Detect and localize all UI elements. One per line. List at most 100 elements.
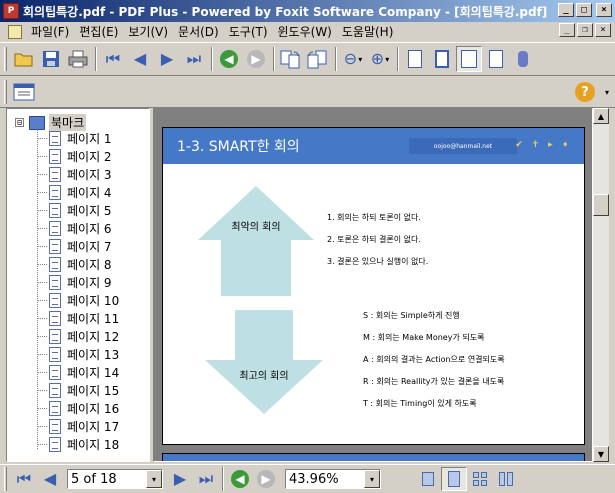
smart-point: S : 회의는 Simple하게 진행 xyxy=(363,310,460,320)
back-button[interactable]: ◀ xyxy=(216,46,242,72)
toolbar-grip[interactable] xyxy=(4,467,7,491)
menu-document[interactable]: 문서(D) xyxy=(173,23,224,40)
bookmark-item[interactable]: 페이지 3 xyxy=(37,165,119,183)
actual-size-button[interactable] xyxy=(402,46,428,72)
page-header: 1-3. SMART한 회의 oojoo@hanmail.net ✔ ✝ ▸ ➧ xyxy=(163,128,584,164)
menu-help[interactable]: 도움말(H) xyxy=(337,23,399,40)
doc-restore-button[interactable]: ❐ xyxy=(577,23,593,37)
last-page-button[interactable]: ⏭ xyxy=(181,46,207,72)
forward-button[interactable]: ▶ xyxy=(243,46,269,72)
scroll-down-button[interactable]: ▼ xyxy=(593,446,609,462)
single-page-view-button[interactable] xyxy=(415,467,441,491)
tree-branch xyxy=(37,425,47,427)
bookmark-item[interactable]: 페이지 7 xyxy=(37,237,119,255)
status-first-page-button[interactable]: ⏮ xyxy=(11,467,37,491)
bookmark-item[interactable]: 페이지 2 xyxy=(37,147,119,165)
vertical-scrollbar[interactable]: ▲ ▼ xyxy=(593,108,609,462)
page-icon xyxy=(49,148,61,164)
collapse-toggle-icon[interactable]: ⊟ xyxy=(15,118,24,127)
facing-view-button[interactable] xyxy=(467,467,493,491)
bookmark-label: 페이지 5 xyxy=(67,203,112,218)
bookmark-item[interactable]: 페이지 8 xyxy=(37,255,119,273)
bookmark-item[interactable]: 페이지 11 xyxy=(37,309,119,327)
scroll-thumb[interactable] xyxy=(593,194,609,216)
continuous-view-button[interactable] xyxy=(441,467,467,491)
tree-branch xyxy=(37,209,47,211)
bookmark-item[interactable]: 페이지 12 xyxy=(37,327,119,345)
facing-pages-icon xyxy=(473,472,487,486)
pdf-page: 1-3. SMART한 회의 oojoo@hanmail.net ✔ ✝ ▸ ➧… xyxy=(162,127,585,445)
open-button[interactable] xyxy=(11,46,37,72)
print-button[interactable] xyxy=(65,46,91,72)
page-dropdown-icon[interactable]: ▾ xyxy=(146,470,162,488)
rotate-left-button[interactable] xyxy=(278,46,304,72)
doc-close-button[interactable]: × xyxy=(595,23,611,37)
help-dropdown-icon[interactable]: ▾ xyxy=(605,88,609,97)
bookmark-item[interactable]: 페이지 15 xyxy=(37,381,119,399)
zoom-out-button[interactable]: ⊖ ▾ xyxy=(340,46,366,72)
zoom-in-dropdown-icon[interactable]: ▾ xyxy=(385,55,389,64)
close-button[interactable]: × xyxy=(596,3,612,17)
first-page-button[interactable]: ⏮ xyxy=(100,46,126,72)
toolbar-separator xyxy=(335,47,337,71)
next-page-button[interactable]: ▶ xyxy=(154,46,180,72)
fit-visible-icon xyxy=(489,50,503,68)
rotate-right-button[interactable] xyxy=(305,46,331,72)
menu-window[interactable]: 윈도우(W) xyxy=(273,23,337,40)
scroll-up-button[interactable]: ▲ xyxy=(593,108,609,124)
bookmark-item[interactable]: 페이지 1 xyxy=(37,129,119,147)
fit-visible-button[interactable] xyxy=(483,46,509,72)
bookmarks-panel-button[interactable] xyxy=(11,79,37,105)
status-next-page-button[interactable]: ▶ xyxy=(167,467,193,491)
zoom-combo[interactable]: 43.96% ▾ xyxy=(285,469,381,489)
prev-page-button[interactable]: ◀ xyxy=(127,46,153,72)
tree-branch xyxy=(37,191,47,193)
bookmark-item[interactable]: 페이지 17 xyxy=(37,417,119,435)
menu-file[interactable]: 파일(F) xyxy=(26,23,74,40)
app-icon: P xyxy=(3,3,19,19)
bookmark-item[interactable]: 페이지 16 xyxy=(37,399,119,417)
save-button[interactable] xyxy=(38,46,64,72)
zoom-dropdown-icon[interactable]: ▾ xyxy=(364,470,380,488)
maximize-button[interactable]: □ xyxy=(576,3,592,17)
fit-page-icon xyxy=(435,50,449,68)
minimize-button[interactable]: _ xyxy=(558,3,574,17)
status-back-button[interactable]: ◀ xyxy=(227,467,253,491)
page-icon xyxy=(49,382,61,398)
bookmark-label: 페이지 2 xyxy=(67,149,112,164)
best-meeting-label: 최고의 회의 xyxy=(239,370,288,382)
menu-view[interactable]: 보기(V) xyxy=(123,23,173,40)
bookmark-label: 페이지 3 xyxy=(67,167,112,182)
status-last-page-button[interactable]: ⏭ xyxy=(193,467,219,491)
zoom-out-dropdown-icon[interactable]: ▾ xyxy=(358,55,362,64)
zoom-in-button[interactable]: ⊕ ▾ xyxy=(367,46,393,72)
bookmark-item[interactable]: 페이지 4 xyxy=(37,183,119,201)
bookmark-item[interactable]: 페이지 13 xyxy=(37,345,119,363)
worst-meeting-label: 최악의 회의 xyxy=(231,221,280,233)
menu-edit[interactable]: 편집(E) xyxy=(74,23,123,40)
page-icon xyxy=(49,130,61,146)
next-page-icon: ▶ xyxy=(173,469,187,488)
toolbar-grip[interactable] xyxy=(4,79,7,104)
toolbar-grip[interactable] xyxy=(4,47,7,71)
help-button[interactable]: ? xyxy=(575,82,595,102)
bookmark-item[interactable]: 페이지 18 xyxy=(37,435,119,453)
document-menu-icon[interactable] xyxy=(8,24,22,39)
continuous-facing-view-button[interactable] xyxy=(493,467,519,491)
hand-tool-button[interactable] xyxy=(510,46,536,72)
status-prev-page-button[interactable]: ◀ xyxy=(37,467,63,491)
bookmark-item[interactable]: 페이지 10 xyxy=(37,291,119,309)
fit-page-button[interactable] xyxy=(429,46,455,72)
document-viewer[interactable]: 1-3. SMART한 회의 oojoo@hanmail.net ✔ ✝ ▸ ➧… xyxy=(153,108,593,462)
doc-minimize-button[interactable]: _ xyxy=(559,23,575,37)
tree-branch xyxy=(37,371,47,373)
bookmark-item[interactable]: 페이지 5 xyxy=(37,201,119,219)
fit-width-button[interactable] xyxy=(456,46,482,72)
zoom-out-icon: ⊖ xyxy=(343,49,358,68)
menu-tools[interactable]: 도구(T) xyxy=(224,23,273,40)
page-number-combo[interactable]: 5 of 18 ▾ xyxy=(67,469,163,489)
bookmark-item[interactable]: 페이지 9 xyxy=(37,273,119,291)
bookmark-item[interactable]: 페이지 14 xyxy=(37,363,119,381)
bookmark-item[interactable]: 페이지 6 xyxy=(37,219,119,237)
status-forward-button[interactable]: ▶ xyxy=(253,467,279,491)
